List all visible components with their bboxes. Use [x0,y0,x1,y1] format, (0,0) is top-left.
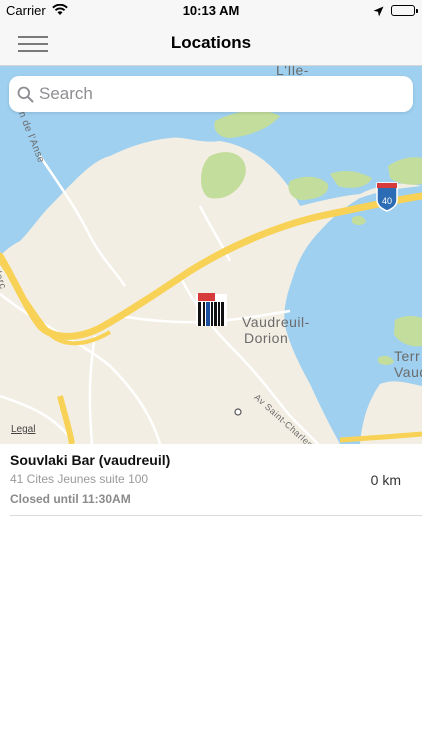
page-title: Locations [170,33,252,52]
battery-icon [391,5,418,16]
location-distance: 0 km [370,472,401,488]
locations-list: Souvlaki Bar (vaudreuil) 41 Cites Jeunes… [0,444,422,516]
highway-shield-icon: 40 [376,182,398,212]
map-label-terr-1: Terr [394,348,421,364]
map-label-vaudreuil-1: Vaudreuil- [242,314,310,330]
navigation-bar: Locations [0,22,422,66]
search-bar [9,76,413,112]
clock: 10:13 AM [182,3,240,18]
legal-link[interactable]: Legal [11,424,35,435]
highway-number: 40 [382,196,392,206]
location-arrow-icon [373,5,384,20]
search-input[interactable] [39,82,399,106]
location-address: 41 Cites Jeunes suite 100 [10,472,149,486]
list-item[interactable]: Souvlaki Bar (vaudreuil) 41 Cites Jeunes… [10,444,422,516]
map-view[interactable]: 40 L'Île- Vaudreuil- Dorion Terr Vaud h … [0,66,422,444]
search-icon [17,86,34,108]
map-label-terr-2: Vaud [394,364,422,380]
city-dot-icon [234,408,242,416]
location-name: Souvlaki Bar (vaudreuil) [10,452,171,468]
map-label-vaudreuil-2: Dorion [244,330,289,346]
map-canvas[interactable]: 40 [0,66,422,444]
status-bar: Carrier 10:13 AM [0,0,422,22]
location-status: Closed until 11:30AM [10,492,131,506]
location-marker-icon[interactable] [196,293,227,326]
